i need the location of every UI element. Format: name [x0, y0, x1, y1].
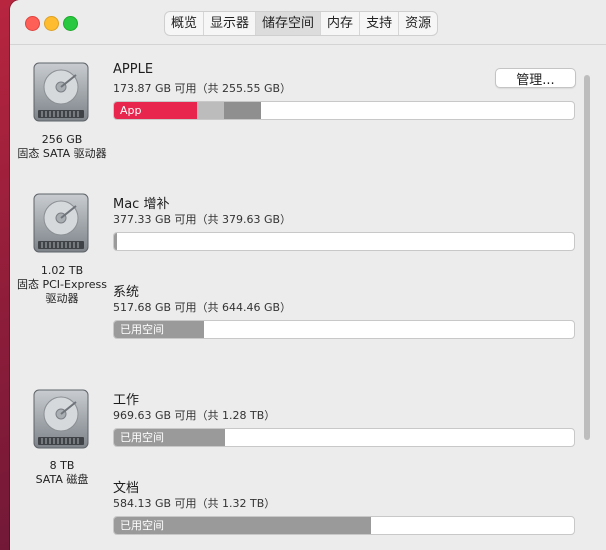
disk-type: SATA 磁盘	[35, 473, 89, 486]
tab-support[interactable]: 支持	[360, 12, 400, 35]
tab-resources[interactable]: 资源	[399, 12, 437, 35]
disk-type: 固态 PCI-Express	[17, 278, 107, 291]
storage-bar-mac-supplement	[113, 232, 575, 251]
storage-bar-system: 已用空间	[113, 320, 575, 339]
volume-name: Mac 增补	[113, 197, 170, 212]
tab-overview[interactable]: 概览	[165, 12, 205, 35]
storage-content: 256 GB 固态 SATA 驱动器 APPLE 173.87 GB 可用（共 …	[10, 45, 606, 550]
hard-drive-icon	[33, 389, 89, 449]
disk-type-continued: 驱动器	[45, 292, 79, 305]
used-segment-label: 已用空间	[120, 323, 164, 336]
used-segment	[114, 233, 117, 250]
disk-type: 固态 SATA 驱动器	[17, 147, 107, 160]
scrollbar-thumb[interactable]	[584, 75, 590, 440]
tab-storage[interactable]: 储存空间	[256, 12, 322, 35]
manage-button[interactable]: 管理...	[495, 68, 576, 88]
volume-available: 173.87 GB 可用（共 255.55 GB）	[113, 82, 292, 95]
minimize-button[interactable]	[44, 16, 59, 31]
volume-available: 377.33 GB 可用（共 379.63 GB）	[113, 213, 292, 226]
used-segment-label: 已用空间	[120, 431, 164, 444]
used-segment: 已用空间	[114, 517, 371, 534]
hard-drive-icon	[33, 62, 89, 122]
volume-name: 文档	[113, 481, 140, 496]
tab-bar: 概览 显示器 储存空间 内存 支持 资源	[164, 11, 439, 36]
disk-capacity: 1.02 TB	[40, 264, 84, 277]
zoom-button[interactable]	[63, 16, 78, 31]
volume-name: 工作	[113, 393, 140, 408]
hard-drive-icon	[33, 193, 89, 253]
other-segment	[196, 102, 225, 119]
storage-bar-apple: App	[113, 101, 575, 120]
disk-capacity: 256 GB	[41, 133, 83, 146]
volume-name: APPLE	[113, 62, 154, 77]
close-button[interactable]	[25, 16, 40, 31]
used-segment-label: 已用空间	[120, 519, 164, 532]
storage-bar-documents: 已用空间	[113, 516, 575, 535]
used-segment: 已用空间	[114, 321, 205, 338]
tab-displays[interactable]: 显示器	[204, 12, 257, 35]
storage-bar-work: 已用空间	[113, 428, 575, 447]
volume-name: 系统	[113, 285, 140, 300]
app-segment: App	[114, 102, 197, 119]
system-segment	[224, 102, 262, 119]
app-segment-label: App	[120, 104, 142, 117]
volume-available: 584.13 GB 可用（共 1.32 TB）	[113, 497, 276, 510]
title-bar: 概览 显示器 储存空间 内存 支持 资源	[10, 0, 606, 45]
volume-available: 969.63 GB 可用（共 1.28 TB）	[113, 409, 276, 422]
tab-memory[interactable]: 内存	[321, 12, 361, 35]
used-segment: 已用空间	[114, 429, 226, 446]
volume-available: 517.68 GB 可用（共 644.46 GB）	[113, 301, 292, 314]
about-this-mac-window: 概览 显示器 储存空间 内存 支持 资源 256 GB 固态 SATA 驱动器 …	[10, 0, 606, 550]
disk-capacity: 8 TB	[49, 459, 75, 472]
